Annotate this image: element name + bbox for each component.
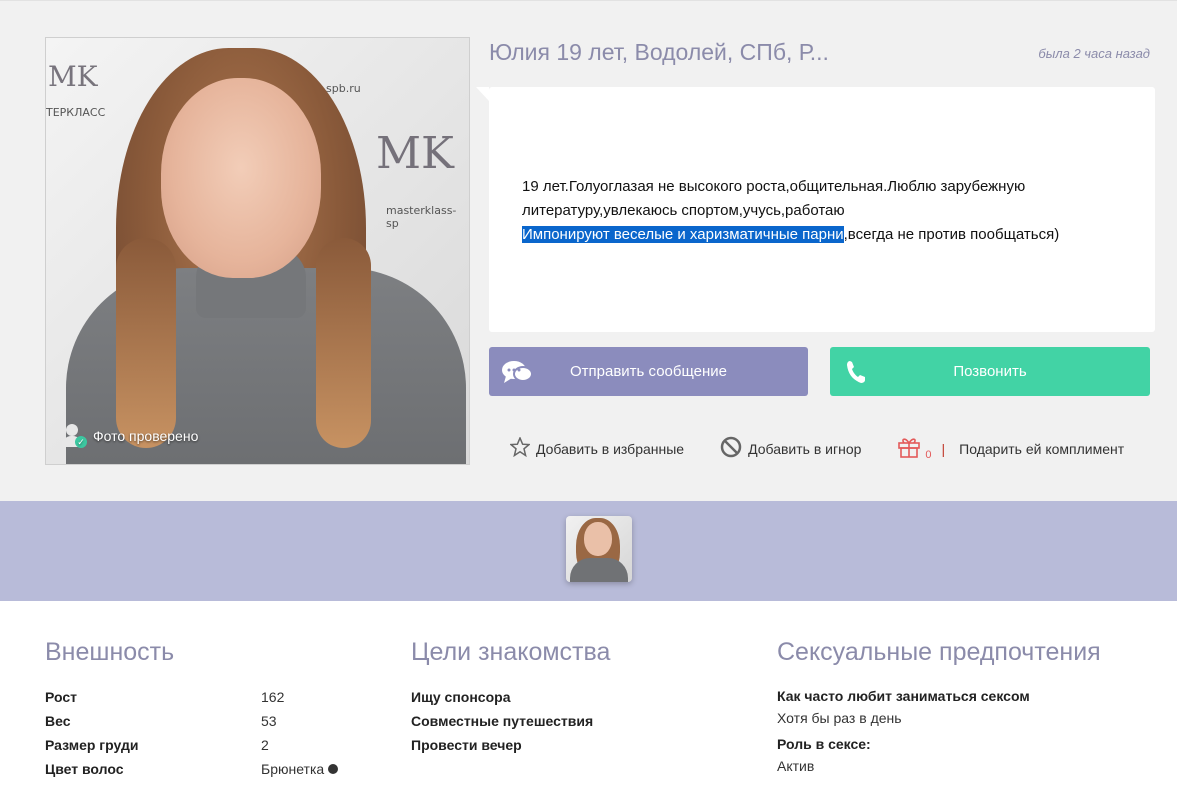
send-message-button[interactable]: Отправить сообщение — [489, 347, 808, 396]
hair-color-value: Брюнетка — [261, 761, 325, 777]
chat-bubble-icon — [501, 359, 533, 389]
photo-thumbnail[interactable] — [566, 516, 632, 582]
photo-hair-right — [316, 238, 371, 448]
appearance-row: Цвет волос Брюнетка — [45, 757, 375, 781]
appearance-row: Вес 53 — [45, 709, 375, 733]
photo-verified-badge: ✓ Фото проверено — [61, 424, 198, 448]
row-value: Брюнетка — [261, 761, 339, 777]
profile-photo[interactable]: MK MK masterklass-sp ТЕРКЛАСС spb.ru ✓ Ф… — [45, 37, 470, 465]
wall-text-spb: spb.ru — [326, 82, 361, 95]
preferences-section: Сексуальные предпочтения Как часто любит… — [777, 638, 1157, 781]
about-highlight: Импонируют веселые и харизматичные парни — [522, 226, 844, 243]
appearance-row: Рост 162 — [45, 685, 375, 709]
preference-label: Роль в сексе: — [777, 736, 871, 752]
add-ignore-link[interactable]: Добавить в игнор — [720, 436, 861, 461]
add-favorite-label: Добавить в избранные — [536, 440, 685, 457]
block-icon — [720, 436, 742, 461]
last-seen: была 2 часа назад — [1038, 46, 1150, 61]
about-rest: ,всегда не против пообщаться) — [843, 226, 1060, 243]
gift-icon — [897, 435, 921, 462]
appearance-title: Внешность — [45, 638, 175, 666]
appearance-section: Внешность Рост 162 Вес 53 Размер груди 2… — [45, 638, 375, 781]
profile-actions: Добавить в избранные Добавить в игнор 0 … — [509, 435, 1124, 462]
row-label: Размер груди — [45, 737, 139, 753]
row-label: Рост — [45, 689, 77, 705]
about-text: 19 лет.Голуоглазая не высокого роста,общ… — [522, 175, 1132, 247]
goal-item: Ищу спонсора — [411, 689, 511, 705]
goal-item: Совместные путешествия — [411, 713, 594, 729]
goals-title: Цели знакомства — [411, 638, 611, 666]
goal-item: Провести вечер — [411, 737, 522, 753]
about-bubble: 19 лет.Голуоглазая не высокого роста,общ… — [476, 87, 1155, 332]
row-label: Цвет волос — [45, 761, 124, 777]
about-line: 19 лет.Голуоглазая не высокого роста,общ… — [522, 178, 1026, 219]
photo-hair-left — [116, 238, 176, 448]
star-icon — [509, 436, 531, 460]
add-favorite-link[interactable]: Добавить в избранные — [509, 436, 685, 460]
row-value: 53 — [261, 713, 277, 729]
verified-user-icon: ✓ — [61, 424, 87, 448]
goals-section: Цели знакомства Ищу спонсора Совместные … — [411, 638, 741, 757]
preferences-title: Сексуальные предпочтения — [777, 638, 1101, 666]
wall-logo: MK — [376, 128, 454, 179]
action-separator: | — [941, 440, 946, 457]
gift-count: 0 — [925, 448, 932, 461]
call-button[interactable]: Позвонить — [830, 347, 1150, 396]
call-label: Позвонить — [953, 363, 1027, 380]
row-value: 2 — [261, 737, 269, 753]
gift-compliment-link[interactable]: 0 | Подарить ей комплимент — [897, 435, 1124, 462]
appearance-row: Размер груди 2 — [45, 733, 375, 757]
profile-header: MK MK masterklass-sp ТЕРКЛАСС spb.ru ✓ Ф… — [0, 0, 1177, 501]
wall-logo-small: MK — [48, 60, 98, 93]
gift-compliment-label: Подарить ей комплимент — [959, 440, 1125, 457]
send-message-label: Отправить сообщение — [569, 363, 727, 380]
photo-face — [161, 78, 321, 278]
wall-text-left: ТЕРКЛАСС — [46, 106, 106, 119]
preference-label: Как часто любит заниматься сексом — [777, 688, 1030, 704]
wall-text-site: masterklass-sp — [386, 204, 457, 230]
photo-verified-label: Фото проверено — [93, 428, 199, 444]
row-label: Вес — [45, 713, 71, 729]
hair-color-swatch-icon — [328, 764, 339, 774]
add-ignore-label: Добавить в игнор — [748, 440, 862, 457]
profile-name: Юлия 19 лет, Водолей, СПб, Р... — [489, 39, 829, 65]
preference-value: Хотя бы раз в день — [777, 710, 902, 726]
preference-value: Актив — [777, 758, 815, 774]
photo-strip — [0, 501, 1177, 601]
phone-icon — [846, 360, 866, 388]
row-value: 162 — [261, 689, 285, 705]
